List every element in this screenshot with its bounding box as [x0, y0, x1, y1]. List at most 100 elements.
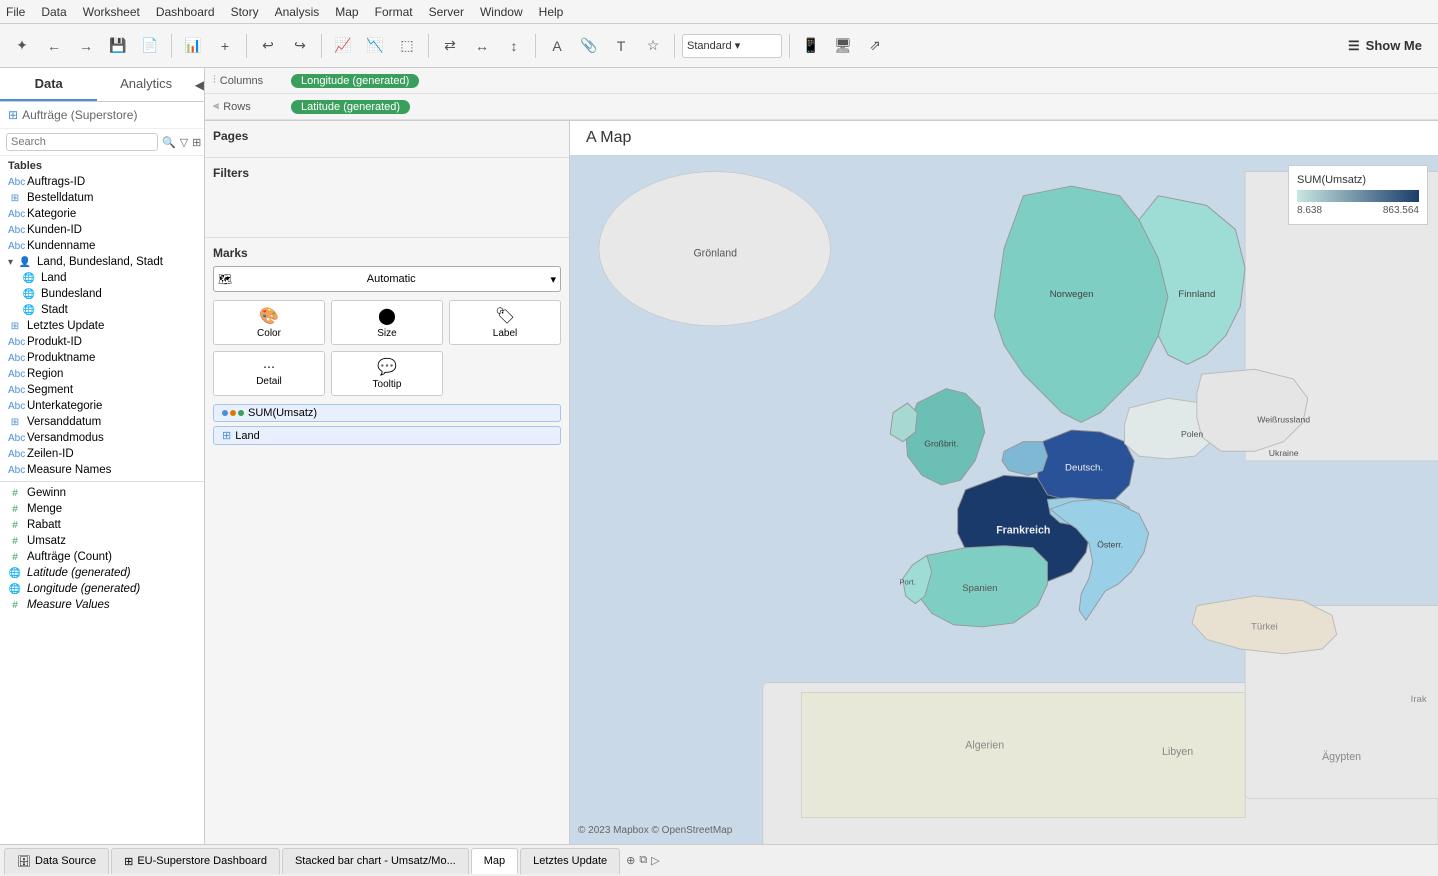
share-btn[interactable]: ⇗ [861, 32, 889, 60]
label-mark-btn[interactable]: 🏷 Label [449, 300, 561, 345]
menu-format[interactable]: Format [375, 5, 413, 19]
field-land[interactable]: 🌐 Land [0, 270, 204, 286]
sum-umsatz-pill[interactable]: SUM(Umsatz) [213, 404, 561, 422]
tab-data-source[interactable]: 🗄 Data Source [4, 848, 109, 874]
field-measure-names[interactable]: Abc Measure Names [0, 462, 204, 478]
swap-btn[interactable]: ⇄ [436, 32, 464, 60]
field-versandmodus[interactable]: Abc Versandmodus [0, 430, 204, 446]
menu-map[interactable]: Map [335, 5, 358, 19]
columns-content: Longitude (generated) [285, 74, 1438, 88]
land-pill[interactable]: ⊞ Land [213, 426, 561, 445]
search-icon[interactable]: 🔍 [162, 136, 176, 149]
color-icon: 🎨 [259, 306, 279, 326]
filter-icon[interactable]: ▽ [180, 136, 188, 149]
divider7 [789, 34, 790, 58]
tab-data[interactable]: Data [0, 68, 97, 101]
show-me-button[interactable]: ☰ Show Me [1340, 34, 1430, 58]
map-container[interactable]: Grönland Norwegen Finnland Großbrit. Fra… [570, 155, 1438, 844]
field-zeilen-id[interactable]: Abc Zeilen-ID [0, 446, 204, 462]
svg-text:Österr.: Österr. [1097, 540, 1123, 550]
sort-desc-btn[interactable]: 📉 [361, 32, 389, 60]
field-stadt[interactable]: 🌐 Stadt [0, 302, 204, 318]
field-kunden-id[interactable]: Abc Kunden-ID [0, 222, 204, 238]
field-menge[interactable]: # Menge [0, 501, 204, 517]
abc-icon: Abc [8, 401, 22, 412]
menu-worksheet[interactable]: Worksheet [83, 5, 140, 19]
tab-analytics[interactable]: Analytics [97, 68, 194, 101]
search-input[interactable] [6, 133, 158, 151]
menu-analysis[interactable]: Analysis [275, 5, 320, 19]
field-unterkategorie[interactable]: Abc Unterkategorie [0, 398, 204, 414]
back-btn[interactable]: ← [40, 32, 68, 60]
field-segment[interactable]: Abc Segment [0, 382, 204, 398]
grid-view-icon[interactable]: ⊞ [192, 136, 201, 149]
marks-type-dropdown[interactable]: 🗺 Automatic ▾ [213, 266, 561, 292]
sort-clear-btn[interactable]: ⬚ [393, 32, 421, 60]
field-kategorie[interactable]: Abc Kategorie [0, 206, 204, 222]
marks-title: Marks [213, 246, 561, 260]
save-btn[interactable]: 💾 [104, 32, 132, 60]
menu-data[interactable]: Data [41, 5, 66, 19]
field-kundenname[interactable]: Abc Kundenname [0, 238, 204, 254]
svg-text:Ägypten: Ägypten [1322, 751, 1361, 763]
field-measure-values[interactable]: # Measure Values [0, 597, 204, 613]
tab-letztes-update[interactable]: Letztes Update [520, 848, 620, 874]
longitude-pill[interactable]: Longitude (generated) [291, 74, 419, 88]
field-bestelldatum[interactable]: ⊞ Bestelldatum [0, 190, 204, 206]
tab-stacked-bar[interactable]: Stacked bar chart - Umsatz/Mo... [282, 848, 469, 874]
field-auftraege-count[interactable]: # Aufträge (Count) [0, 549, 204, 565]
tab-eu-dashboard[interactable]: ⊞ EU-Superstore Dashboard [111, 848, 280, 874]
fit-width-btn[interactable]: ↔ [468, 32, 496, 60]
pages-section: Pages [205, 121, 569, 158]
svg-text:Weißrussland: Weißrussland [1257, 414, 1310, 424]
field-latitude[interactable]: 🌐 Latitude (generated) [0, 565, 204, 581]
redo-btn[interactable]: ↪ [286, 32, 314, 60]
latitude-pill[interactable]: Latitude (generated) [291, 100, 410, 114]
menu-dashboard[interactable]: Dashboard [156, 5, 215, 19]
undo-btn[interactable]: ↩ [254, 32, 282, 60]
field-umsatz[interactable]: # Umsatz [0, 533, 204, 549]
duplicate-sheet-btn[interactable]: ⧉ [639, 854, 647, 867]
new-sheet-btn[interactable]: ⊕ [626, 854, 635, 867]
mark-type-btn[interactable]: A [543, 32, 571, 60]
view-selector[interactable]: Standard ▾ [682, 34, 782, 58]
field-region[interactable]: Abc Region [0, 366, 204, 382]
size-mark-btn[interactable]: ⬤ Size [331, 300, 443, 345]
label-btn[interactable]: T [607, 32, 635, 60]
fit-height-btn[interactable]: ↕ [500, 32, 528, 60]
abc-icon: Abc [8, 433, 22, 444]
tooltip-mark-btn[interactable]: 💬 Tooltip [331, 351, 443, 396]
menu-story[interactable]: Story [231, 5, 259, 19]
tooltip-btn[interactable]: 📎 [575, 32, 603, 60]
field-auftrags-id[interactable]: Abc Auftrags-ID [0, 174, 204, 190]
forward-btn[interactable]: → [72, 32, 100, 60]
field-land-group[interactable]: ▾ 👤 Land, Bundesland, Stadt [0, 254, 204, 270]
new-datasource-btn[interactable]: 📊 [179, 32, 207, 60]
present-mode-btn[interactable]: ▷ [651, 854, 659, 867]
field-produktname[interactable]: Abc Produktname [0, 350, 204, 366]
tableau-logo-btn[interactable]: ✦ [8, 32, 36, 60]
field-gewinn[interactable]: # Gewinn [0, 485, 204, 501]
tab-action-icons: ⊕ ⧉ ▷ [626, 854, 660, 867]
favorites-btn[interactable]: ☆ [639, 32, 667, 60]
field-produkt-id[interactable]: Abc Produkt-ID [0, 334, 204, 350]
tab-map[interactable]: Map [471, 848, 518, 874]
globe-icon: 🌐 [8, 568, 22, 579]
color-mark-btn[interactable]: 🎨 Color [213, 300, 325, 345]
field-longitude[interactable]: 🌐 Longitude (generated) [0, 581, 204, 597]
menu-window[interactable]: Window [480, 5, 523, 19]
device-preview-btn[interactable]: 📱 [797, 32, 825, 60]
save-as-btn[interactable]: 📄 [136, 32, 164, 60]
field-letztes-update[interactable]: ⊞ Letztes Update [0, 318, 204, 334]
field-rabatt[interactable]: # Rabatt [0, 517, 204, 533]
collapse-panel-btn[interactable]: ◀ [195, 68, 204, 101]
menu-server[interactable]: Server [429, 5, 464, 19]
new-worksheet-btn[interactable]: + [211, 32, 239, 60]
detail-mark-btn[interactable]: ⋯ Detail [213, 351, 325, 396]
sort-asc-btn[interactable]: 📈 [329, 32, 357, 60]
field-bundesland[interactable]: 🌐 Bundesland [0, 286, 204, 302]
field-versanddatum[interactable]: ⊞ Versanddatum [0, 414, 204, 430]
menu-help[interactable]: Help [539, 5, 564, 19]
device-desktop-btn[interactable]: 🖥 [829, 32, 857, 60]
menu-file[interactable]: File [6, 5, 25, 19]
